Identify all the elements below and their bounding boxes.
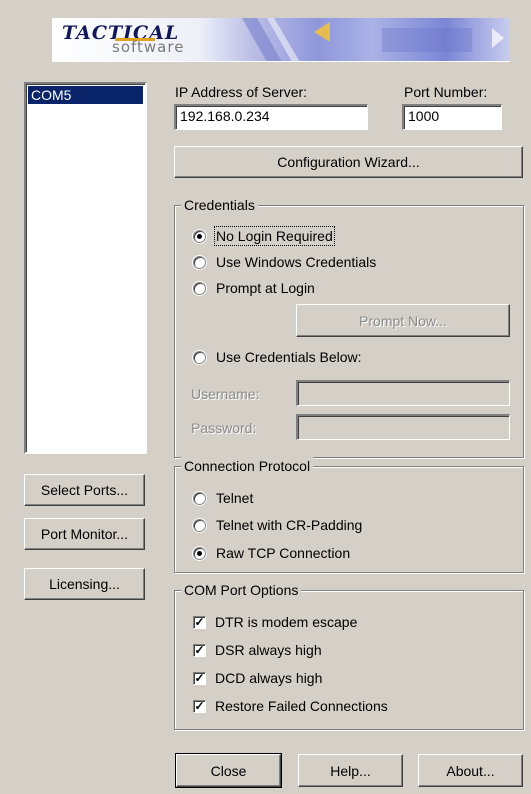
password-label: Password: — [191, 420, 257, 436]
logo-software-text: software — [112, 38, 185, 56]
licensing-button[interactable]: Licensing... — [24, 568, 145, 600]
use-credentials-below-option[interactable]: Use Credentials Below: — [193, 349, 362, 365]
dcd-always-high-checkbox[interactable]: ✓ DCD always high — [193, 670, 322, 686]
radio-button[interactable] — [193, 255, 206, 269]
telnet-option[interactable]: Telnet — [193, 490, 253, 506]
telnet-cr-padding-option[interactable]: Telnet with CR-Padding — [193, 517, 362, 533]
checkbox-check-icon[interactable]: ✓ — [193, 643, 206, 657]
list-item-com5[interactable]: COM5 — [28, 86, 143, 104]
close-button[interactable]: Close — [175, 753, 282, 788]
password-field[interactable] — [296, 414, 510, 440]
radio-button[interactable] — [193, 281, 206, 295]
option-label: Raw TCP Connection — [216, 545, 351, 561]
prompt-at-login-option[interactable]: Prompt at Login — [193, 280, 315, 296]
option-label: Telnet with CR-Padding — [216, 517, 363, 533]
no-login-required-option[interactable]: No Login Required — [193, 226, 335, 246]
port-monitor-button[interactable]: Port Monitor... — [24, 518, 145, 550]
dtr-modem-escape-checkbox[interactable]: ✓ DTR is modem escape — [193, 614, 357, 630]
option-label: Use Windows Credentials — [216, 254, 377, 270]
option-label: DSR always high — [215, 642, 322, 658]
dsr-always-high-checkbox[interactable]: ✓ DSR always high — [193, 642, 322, 658]
configuration-wizard-button[interactable]: Configuration Wizard... — [174, 146, 523, 178]
checkbox-check-icon[interactable]: ✓ — [193, 615, 206, 629]
credentials-group-title: Credentials — [181, 196, 258, 214]
radio-button[interactable] — [193, 229, 206, 243]
checkbox-check-icon[interactable]: ✓ — [193, 671, 206, 685]
radio-button[interactable] — [193, 518, 206, 532]
port-number-input[interactable]: 1000 — [402, 104, 502, 130]
username-field[interactable] — [296, 380, 510, 406]
radio-button[interactable] — [193, 491, 206, 505]
ip-address-input[interactable]: 192.168.0.234 — [174, 104, 368, 130]
prompt-now-button[interactable]: Prompt Now... — [296, 304, 510, 337]
option-label: No Login Required — [214, 226, 335, 246]
username-label: Username: — [191, 386, 260, 402]
option-label: Prompt at Login — [216, 280, 315, 296]
ip-address-label: IP Address of Server: — [175, 84, 308, 100]
option-label: Telnet — [216, 490, 254, 506]
raw-tcp-connection-option[interactable]: Raw TCP Connection — [193, 545, 350, 561]
radio-button[interactable] — [193, 350, 206, 364]
connection-protocol-group-title: Connection Protocol — [181, 457, 314, 475]
port-number-label: Port Number: — [404, 84, 488, 100]
option-label: Restore Failed Connections — [215, 698, 388, 714]
com-port-options-group-title: COM Port Options — [181, 581, 302, 599]
use-windows-credentials-option[interactable]: Use Windows Credentials — [193, 254, 376, 270]
checkbox-check-icon[interactable]: ✓ — [193, 699, 206, 713]
about-button[interactable]: About... — [418, 754, 523, 787]
help-button[interactable]: Help... — [298, 754, 403, 787]
select-ports-button[interactable]: Select Ports... — [24, 474, 145, 506]
com-port-list[interactable]: COM5 — [24, 82, 147, 454]
radio-button[interactable] — [193, 546, 206, 560]
option-label: DTR is modem escape — [215, 614, 358, 630]
option-label: DCD always high — [215, 670, 323, 686]
option-label: Use Credentials Below: — [216, 349, 362, 365]
restore-failed-connections-checkbox[interactable]: ✓ Restore Failed Connections — [193, 698, 388, 714]
